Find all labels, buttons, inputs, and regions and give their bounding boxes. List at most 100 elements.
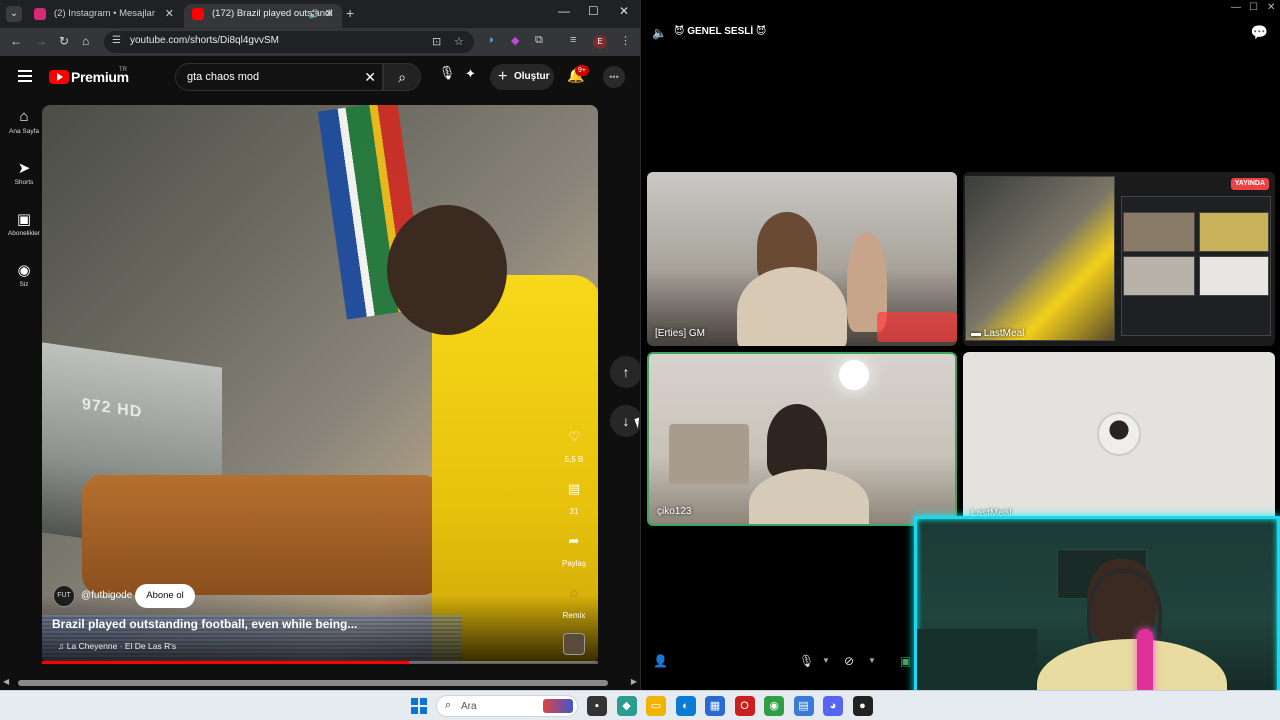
camera-off-icon[interactable]: ⊘ bbox=[844, 654, 854, 668]
microphone-graphic bbox=[1137, 629, 1153, 699]
short-title[interactable]: Brazil played outstanding football, even… bbox=[52, 617, 357, 631]
opera-icon[interactable]: O bbox=[734, 696, 755, 716]
you-icon: ◉ bbox=[17, 262, 31, 279]
profile-avatar[interactable]: E bbox=[593, 35, 607, 49]
windows-start-icon[interactable] bbox=[411, 698, 427, 714]
steam-icon[interactable]: ● bbox=[852, 696, 873, 716]
search-input[interactable]: gta chaos mod ✕ bbox=[175, 63, 383, 91]
share-button[interactable]: ➦ Paylaş bbox=[560, 528, 588, 568]
remix-button[interactable]: ◌ Remix bbox=[560, 580, 588, 620]
short-video-player[interactable]: 972 HD bbox=[42, 105, 598, 663]
scroll-left-icon[interactable]: ◀ bbox=[3, 677, 9, 686]
participant-tile[interactable]: LastMeal bbox=[963, 352, 1275, 526]
screen-share-icon[interactable]: ▣ bbox=[900, 654, 911, 668]
scroll-thumb[interactable] bbox=[18, 680, 608, 686]
sidebar-item-label: Ana Sayfa bbox=[9, 128, 39, 135]
participant-name: ▬ LastMeal bbox=[971, 328, 1025, 339]
sidebar-item-shorts[interactable]: ➤ Shorts bbox=[0, 159, 48, 186]
extension-icon[interactable]: ◆ bbox=[511, 34, 519, 47]
sound-disc-thumbnail[interactable] bbox=[563, 633, 585, 655]
chevron-down-icon[interactable]: ▼ bbox=[868, 656, 876, 665]
close-tab-icon[interactable]: ✕ bbox=[325, 4, 334, 24]
install-app-icon[interactable]: ⊡ bbox=[432, 35, 441, 48]
youtube-header: Premium TR gta chaos mod ✕ ⌕ 🎙 ✦ + Oluşt… bbox=[0, 56, 640, 98]
clear-search-icon[interactable]: ✕ bbox=[364, 69, 376, 86]
terminal-icon[interactable]: ▪ bbox=[587, 696, 607, 716]
site-info-icon[interactable]: ☰ bbox=[112, 35, 121, 46]
instagram-icon bbox=[34, 8, 46, 20]
add-user-icon[interactable]: 👤 bbox=[653, 654, 668, 668]
scroll-right-icon[interactable]: ▶ bbox=[631, 677, 637, 686]
channel-avatar[interactable]: FUT bbox=[53, 585, 75, 607]
voice-channel-icon: 🔈 bbox=[652, 26, 667, 40]
edge-icon[interactable]: ◐ bbox=[675, 696, 696, 716]
participant-avatar bbox=[1097, 412, 1141, 456]
create-button[interactable]: + Oluştur bbox=[490, 64, 554, 90]
account-avatar[interactable]: ••• bbox=[603, 66, 625, 88]
menu-icon[interactable]: ⋮ bbox=[620, 34, 631, 47]
reading-list-icon[interactable]: ≡ bbox=[570, 34, 576, 46]
extensions-puzzle-icon[interactable]: ⧉ bbox=[535, 34, 543, 47]
comments-button[interactable]: ▤ 31 bbox=[560, 476, 588, 516]
new-tab-icon[interactable]: + bbox=[346, 5, 354, 21]
minimize-icon[interactable]: — bbox=[558, 4, 570, 18]
sidebar-item-home[interactable]: ⌂ Ana Sayfa bbox=[0, 108, 48, 135]
yt-sidebar: ⌂ Ana Sayfa ➤ Shorts ▣ Abonelikler ◉ Siz bbox=[0, 98, 48, 690]
live-badge: YAYINDA bbox=[1230, 178, 1269, 190]
tab-search-button[interactable]: ⌄ bbox=[6, 6, 22, 22]
like-button[interactable]: ♡ 5,5 B bbox=[560, 424, 588, 464]
copilot-icon[interactable]: ◆ bbox=[616, 696, 637, 716]
arrow-up-icon: ↑ bbox=[622, 364, 630, 380]
video-progress-bar[interactable] bbox=[42, 661, 598, 664]
tab-label: (2) Instagram • Mesajlar bbox=[54, 8, 155, 19]
discord-icon[interactable]: ◕ bbox=[823, 696, 843, 716]
maximize-icon[interactable]: ☐ bbox=[1249, 2, 1258, 13]
file-explorer-icon[interactable]: ▭ bbox=[646, 696, 666, 716]
home-icon[interactable]: ⌂ bbox=[82, 34, 89, 48]
microphone-icon[interactable]: 🎙 bbox=[799, 654, 814, 668]
region-code: TR bbox=[119, 67, 127, 73]
search-highlight-image bbox=[543, 699, 573, 713]
participant-tile-speaking[interactable]: çiko123 bbox=[647, 352, 957, 526]
close-window-icon[interactable]: ✕ bbox=[1267, 2, 1275, 13]
subscribe-button[interactable]: Abone ol bbox=[135, 584, 195, 608]
tab-instagram[interactable]: (2) Instagram • Mesajlar ✕ bbox=[26, 4, 182, 28]
close-window-icon[interactable]: ✕ bbox=[619, 4, 629, 18]
forward-icon[interactable]: → bbox=[35, 34, 47, 48]
taskbar-search-placeholder: Ara bbox=[461, 701, 477, 712]
hamburger-menu-icon[interactable] bbox=[18, 70, 32, 82]
app-icon[interactable]: ▤ bbox=[793, 696, 814, 716]
sparkle-icon[interactable]: ✦ bbox=[465, 66, 476, 82]
youtube-logo-icon[interactable] bbox=[49, 70, 69, 84]
close-tab-icon[interactable]: ✕ bbox=[165, 4, 174, 24]
channel-name[interactable]: @futbigode bbox=[81, 590, 132, 601]
bookmark-star-icon[interactable]: ☆ bbox=[454, 35, 464, 48]
participant-tile[interactable]: [Erties] GM bbox=[647, 172, 957, 346]
audio-playing-icon[interactable]: 🔊 bbox=[309, 4, 320, 24]
back-icon[interactable]: ← bbox=[10, 34, 22, 48]
participant-stream-tile[interactable]: YAYINDA ▬ LastMeal bbox=[963, 172, 1275, 346]
extension-icon[interactable]: ◑ bbox=[487, 34, 494, 46]
search-button[interactable]: ⌕ bbox=[383, 63, 421, 91]
participant-body-graphic bbox=[749, 469, 869, 524]
taskbar-search-input[interactable]: ⌕ Ara bbox=[436, 695, 578, 717]
sidebar-item-you[interactable]: ◉ Siz bbox=[0, 261, 48, 288]
maximize-icon[interactable]: ☐ bbox=[588, 4, 599, 18]
search-query: gta chaos mod bbox=[187, 71, 260, 83]
chrome-icon[interactable]: ◉ bbox=[764, 696, 784, 716]
chat-bubble-icon[interactable]: 💬 bbox=[1251, 24, 1268, 41]
tab-youtube[interactable]: (172) Brazil played outstandi 🔊 ✕ bbox=[184, 4, 342, 28]
notification-badge: 9+ bbox=[575, 65, 589, 76]
url-field[interactable]: ☰ youtube.com/shorts/Di8ql4gvvSM ⊡ ☆ bbox=[104, 31, 474, 53]
chevron-down-icon[interactable]: ▼ bbox=[822, 656, 830, 665]
plus-icon: + bbox=[498, 68, 508, 85]
previous-short-button[interactable]: ↑ bbox=[610, 356, 642, 388]
horizontal-scrollbar[interactable]: ◀ ▶ bbox=[0, 676, 640, 690]
participant-body-graphic bbox=[737, 267, 847, 346]
minimize-icon[interactable]: — bbox=[1231, 2, 1241, 13]
sidebar-item-subscriptions[interactable]: ▣ Abonelikler bbox=[0, 210, 48, 237]
reload-icon[interactable]: ↻ bbox=[59, 34, 69, 48]
store-icon[interactable]: ▦ bbox=[705, 696, 725, 716]
short-music[interactable]: ♫ La Cheyenne · El De Las R's bbox=[58, 641, 176, 651]
voice-search-icon[interactable]: 🎙 bbox=[437, 65, 457, 85]
